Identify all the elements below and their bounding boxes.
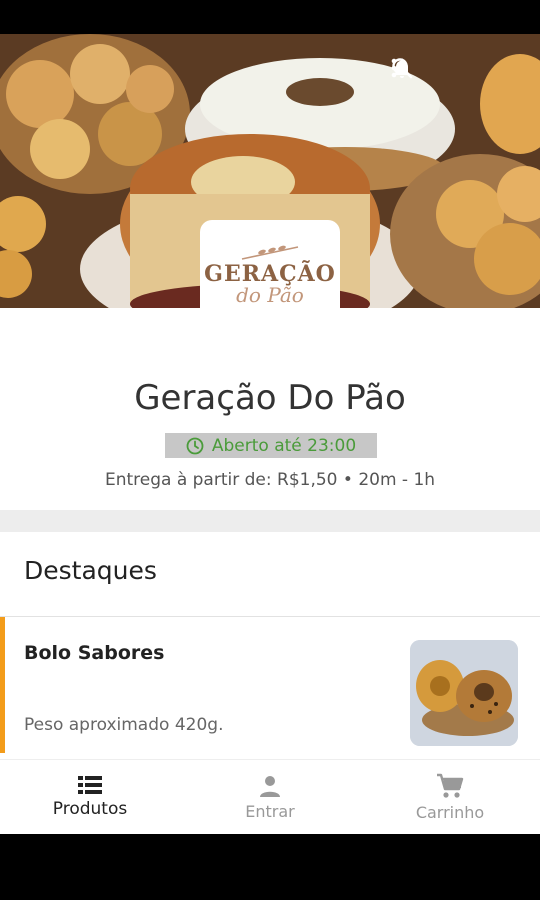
product-card[interactable]: Bolo Sabores Peso aproximado 420g. [0,617,540,759]
nav-entrar[interactable]: Entrar [180,760,360,834]
wheat-icon [241,245,299,260]
nav-carrinho[interactable]: Carrinho [360,760,540,834]
bottom-navigation: Produtos Entrar Carrinho [0,759,540,834]
cart-icon [437,773,464,798]
search-icon[interactable] [392,56,470,82]
open-status-badge: Aberto até 23:00 [165,433,377,458]
section-title: Destaques [24,556,157,585]
store-header: Geração Do Pão Aberto até 23:00 Entrega … [0,308,540,510]
nav-label-produtos: Produtos [52,799,128,819]
store-name: Geração Do Pão [134,378,406,418]
list-icon [78,776,102,794]
open-status-text: Aberto até 23:00 [211,435,357,456]
product-accent-bar [0,617,5,753]
product-image [410,640,518,746]
person-icon [260,775,280,797]
status-bar [0,0,540,34]
nav-label-entrar: Entrar [245,801,295,821]
app-screen: GERAÇÃO do Pão Geração Do Pão Aberto até… [0,34,540,834]
system-nav-bar [0,834,540,900]
product-name: Bolo Sabores [24,642,165,664]
delivery-info: Entrega à partir de: R$1,50 • 20m - 1h [104,470,436,490]
logo-text-sub: do Pão [236,283,304,307]
nav-produtos[interactable]: Produtos [0,760,180,834]
product-description: Peso aproximado 420g. [24,715,224,735]
more-vert-icon[interactable] [391,56,524,82]
section-divider [0,510,540,532]
top-actions [390,56,524,82]
clock-icon [186,437,204,454]
nav-label-carrinho: Carrinho [415,802,485,822]
